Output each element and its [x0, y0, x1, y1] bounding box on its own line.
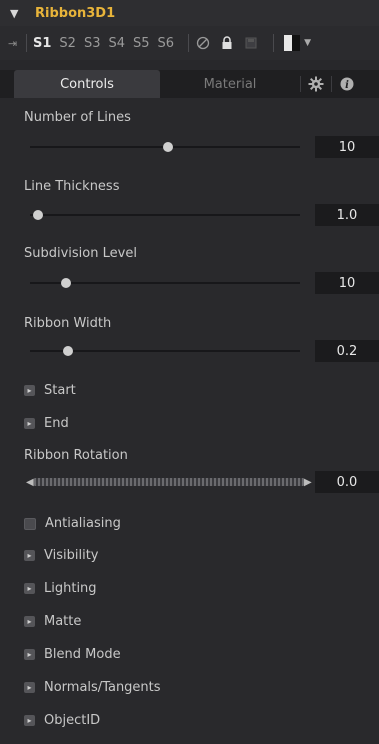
ribbon-width-value[interactable]: 0.2 [315, 340, 379, 362]
chevron-down-icon[interactable]: ▼ [10, 7, 20, 20]
line-thickness-slider[interactable] [30, 210, 300, 220]
thumbwheel-left-arrow-icon[interactable]: ◀ [26, 477, 34, 488]
version-s3[interactable]: S3 [84, 36, 101, 51]
subdivision-level-label: Subdivision Level [24, 246, 137, 261]
end-label: End [44, 416, 69, 431]
object-id-expander[interactable]: ▸ ObjectID [24, 713, 100, 728]
color-swatch-icon[interactable]: ▼ [284, 35, 311, 51]
visibility-label: Visibility [44, 548, 99, 563]
version-s4[interactable]: S4 [108, 36, 125, 51]
save-icon[interactable] [243, 35, 259, 51]
toolbar-divider [188, 34, 190, 52]
thumbwheel-track[interactable] [34, 478, 304, 486]
line-thickness-label: Line Thickness [24, 179, 120, 194]
svg-text:i: i [345, 80, 349, 91]
expand-arrow-icon: ▸ [24, 649, 35, 660]
number-of-lines-value[interactable]: 10 [315, 136, 379, 158]
version-s2[interactable]: S2 [59, 36, 76, 51]
visibility-expander[interactable]: ▸ Visibility [24, 548, 98, 563]
blend-mode-label: Blend Mode [44, 647, 121, 662]
expand-arrow-icon: ▸ [24, 616, 35, 627]
end-expander[interactable]: ▸ End [24, 416, 69, 431]
expand-arrow-icon: ▸ [24, 715, 35, 726]
subdivision-level-slider[interactable] [30, 278, 300, 288]
subdivision-level-value[interactable]: 10 [315, 272, 379, 294]
antialiasing-label: Antialiasing [45, 516, 121, 531]
antialiasing-checkbox[interactable]: Antialiasing [24, 516, 121, 531]
line-thickness-slider-knob[interactable] [33, 210, 43, 220]
ribbon-width-label: Ribbon Width [24, 316, 112, 331]
tool-name: Ribbon3D1 [35, 5, 116, 21]
expand-arrow-icon: ▸ [24, 583, 35, 594]
version-s1[interactable]: S1 [33, 36, 51, 51]
start-label: Start [44, 383, 76, 398]
ribbon-width-slider[interactable] [30, 346, 300, 356]
number-of-lines-slider-knob[interactable] [163, 142, 173, 152]
number-of-lines-label: Number of Lines [24, 110, 131, 125]
expand-arrow-icon: ▸ [24, 418, 35, 429]
tab-bar: Controls Material i [0, 70, 379, 98]
thumbwheel-right-arrow-icon[interactable]: ▶ [304, 477, 312, 488]
version-toolbar: ⇥ S1 S2 S3 S4 S5 S6 ▼ [0, 26, 379, 60]
toolbar-divider [273, 34, 275, 52]
expand-arrow-icon: ▸ [24, 550, 35, 561]
line-thickness-value[interactable]: 1.0 [315, 204, 379, 226]
version-s6[interactable]: S6 [158, 36, 175, 51]
lighting-label: Lighting [44, 581, 97, 596]
checkbox-box[interactable] [24, 517, 36, 530]
expand-arrow-icon: ▸ [24, 385, 35, 396]
normals-tangents-expander[interactable]: ▸ Normals/Tangents [24, 680, 161, 695]
tab-material[interactable]: Material [160, 70, 300, 98]
matte-expander[interactable]: ▸ Matte [24, 614, 81, 629]
pin-icon[interactable]: ⇥ [8, 37, 20, 50]
normals-tangents-label: Normals/Tangents [44, 680, 161, 695]
blend-mode-expander[interactable]: ▸ Blend Mode [24, 647, 121, 662]
info-icon[interactable]: i [332, 70, 362, 98]
ribbon-rotation-value[interactable]: 0.0 [315, 471, 379, 493]
start-expander[interactable]: ▸ Start [24, 383, 76, 398]
tool-header[interactable]: ▼ Ribbon3D1 [0, 0, 379, 26]
ribbon-width-slider-knob[interactable] [63, 346, 73, 356]
subdivision-level-slider-knob[interactable] [60, 278, 71, 288]
gear-icon[interactable] [301, 70, 331, 98]
controls-panel: Number of Lines 10 Line Thickness 1.0 Su… [0, 98, 379, 744]
ribbon-rotation-label: Ribbon Rotation [24, 448, 128, 463]
number-of-lines-slider[interactable] [30, 142, 300, 152]
lighting-expander[interactable]: ▸ Lighting [24, 581, 97, 596]
tab-controls[interactable]: Controls [14, 70, 160, 98]
expand-arrow-icon: ▸ [24, 682, 35, 693]
ribbon-rotation-thumbwheel[interactable]: ◀ ▶ [26, 477, 312, 488]
matte-label: Matte [44, 614, 82, 629]
object-id-label: ObjectID [44, 713, 101, 728]
lock-icon[interactable] [219, 35, 235, 51]
toolbar-divider [26, 34, 27, 52]
disable-icon[interactable] [195, 35, 211, 51]
version-s5[interactable]: S5 [133, 36, 150, 51]
